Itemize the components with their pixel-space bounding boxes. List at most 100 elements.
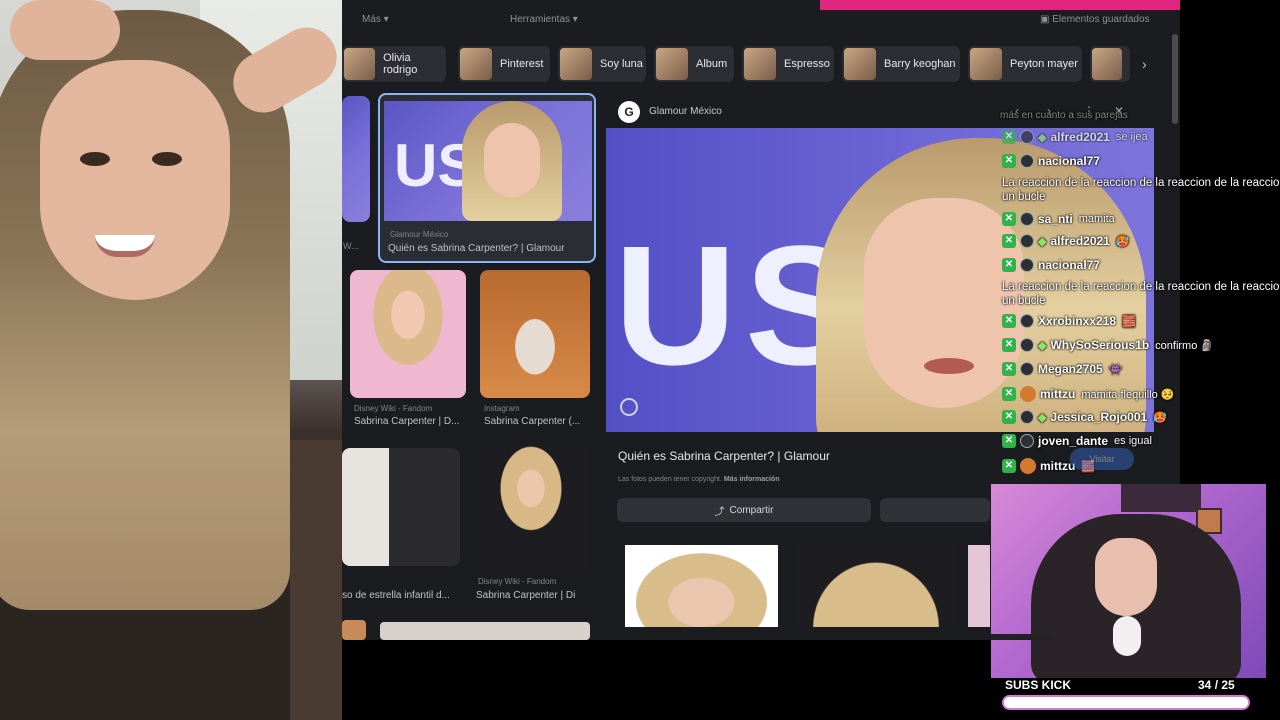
chat-username[interactable]: alfred2021 bbox=[1050, 130, 1109, 144]
chip-barry-keoghan[interactable]: Barry keoghan bbox=[842, 46, 960, 82]
image-result-r4b[interactable] bbox=[380, 622, 590, 640]
chat-text: La reaccion de la reaccion de la reaccio… bbox=[1002, 177, 1280, 203]
mod-badge-icon: ✕ bbox=[1002, 434, 1016, 448]
mod-badge-icon: ✕ bbox=[1002, 234, 1016, 248]
more-menu[interactable]: Más ▾ bbox=[362, 14, 389, 25]
chip-thumbnail bbox=[344, 48, 376, 80]
chat-username[interactable]: WhySoSerious1b bbox=[1050, 338, 1149, 352]
chat-username[interactable]: nacional77 bbox=[1038, 258, 1100, 272]
user-badge-icon bbox=[1020, 130, 1034, 144]
chat-text: 🧱 bbox=[1122, 315, 1136, 328]
chat-username[interactable]: Jessica_Rojo001 bbox=[1050, 410, 1147, 424]
chip-album[interactable]: Album bbox=[654, 46, 734, 82]
image-result-r2b[interactable] bbox=[480, 270, 590, 398]
chat-username[interactable]: sa_nti bbox=[1038, 212, 1073, 226]
source-logo-icon: G bbox=[618, 101, 640, 123]
subs-goal: / 25 bbox=[1214, 678, 1235, 692]
mod-badge-icon: ✕ bbox=[1002, 130, 1016, 144]
tools-menu[interactable]: Herramientas ▾ bbox=[510, 14, 578, 25]
chip-label: Pinterest bbox=[500, 58, 544, 70]
save-button[interactable] bbox=[880, 498, 990, 522]
image-result-selected[interactable]: US Glamour México Quién es Sabrina Carpe… bbox=[378, 93, 596, 263]
more-label: Más bbox=[362, 14, 381, 25]
chip-thumbnail bbox=[744, 48, 776, 80]
left-webcam bbox=[0, 0, 342, 720]
saved-items-link[interactable]: ▣ Elementos guardados bbox=[1040, 14, 1150, 25]
thumbnail-face bbox=[484, 123, 540, 197]
accent-bar bbox=[820, 0, 1180, 10]
chip-pinterest[interactable]: Pinterest bbox=[458, 46, 550, 82]
chevron-right-icon[interactable]: › bbox=[1142, 56, 1147, 72]
subject-lips bbox=[924, 358, 974, 374]
partial-caption: W... bbox=[343, 241, 359, 251]
saved-label: Elementos guardados bbox=[1052, 14, 1150, 25]
gem-badge-icon: ◆ bbox=[1038, 131, 1047, 144]
lens-icon[interactable] bbox=[620, 398, 638, 416]
chat-text: mamita bbox=[1078, 213, 1115, 225]
left-hand bbox=[10, 0, 120, 60]
avatar bbox=[1020, 458, 1036, 474]
search-tools-bar: Más ▾ Herramientas ▾ ▣ Elementos guardad… bbox=[342, 10, 1180, 32]
user-badge-icon bbox=[1020, 362, 1034, 376]
copyright-note: Las fotos pueden tener copyright. Más in… bbox=[618, 476, 779, 483]
visit-button[interactable]: Visitar bbox=[1070, 448, 1134, 470]
chat-text: mamita flequillo 🥺 bbox=[1081, 388, 1175, 401]
detail-title[interactable]: Quién es Sabrina Carpenter? | Glamour bbox=[618, 449, 830, 463]
chat-username[interactable]: nacional77 bbox=[1038, 154, 1100, 168]
chat-username[interactable]: mittzu bbox=[1040, 387, 1075, 401]
chat-message: ✕ ◆ Jessica_Rojo001 🥵 bbox=[1000, 410, 1167, 424]
more-info-link[interactable]: Más información bbox=[724, 476, 780, 483]
share-button[interactable]: ⤴ Compartir bbox=[617, 498, 871, 522]
subs-goal-count: 34 / 25 bbox=[1198, 678, 1235, 692]
user-badge-icon bbox=[1020, 338, 1034, 352]
chip-label: Barry keoghan bbox=[884, 58, 956, 70]
result-source: Disney Wiki - Fandom bbox=[478, 577, 557, 586]
related-image-3[interactable] bbox=[968, 545, 990, 627]
chip-thumbnail bbox=[460, 48, 492, 80]
chat-message: ✕ ◆ alfred2021 🥵 bbox=[1000, 234, 1130, 248]
user-badge-icon bbox=[1020, 410, 1034, 424]
chat-username[interactable]: Megan2705 bbox=[1038, 362, 1103, 376]
chip-label: Peyton mayer bbox=[1010, 58, 1078, 70]
user-badge-icon bbox=[1020, 234, 1034, 248]
mod-badge-icon: ✕ bbox=[1002, 314, 1016, 328]
chat-username[interactable]: Xxrobinxx218 bbox=[1038, 314, 1116, 328]
detail-source: Glamour México bbox=[649, 106, 722, 117]
subs-progress-fill bbox=[1004, 697, 1248, 708]
chip-thumbnail bbox=[1092, 48, 1122, 80]
chat-message: ✕ ◆ alfred2021 se ijea bbox=[1000, 130, 1148, 144]
image-result-r3a[interactable] bbox=[342, 448, 460, 566]
result-caption: Sabrina Carpenter | D... bbox=[354, 416, 460, 427]
copyright-text: Las fotos pueden tener copyright. bbox=[618, 476, 722, 483]
chat-text: La reaccion de la reaccion de la reaccio… bbox=[1002, 281, 1280, 307]
share-label: Compartir bbox=[729, 504, 774, 516]
user-badge-icon bbox=[1020, 314, 1034, 328]
related-image-2[interactable] bbox=[796, 545, 956, 627]
chat-text: 👾 bbox=[1108, 363, 1123, 376]
chat-username[interactable]: joven_dante bbox=[1038, 434, 1108, 448]
subs-current: 34 bbox=[1198, 678, 1212, 692]
streamer-face bbox=[1095, 538, 1157, 616]
image-result-partial[interactable] bbox=[342, 96, 370, 222]
related-image-1[interactable] bbox=[625, 545, 778, 627]
chat-message: ✕ joven_dante es igual bbox=[1000, 434, 1152, 448]
image-result-r4a[interactable] bbox=[342, 620, 366, 640]
mod-badge-icon: ✕ bbox=[1002, 410, 1016, 424]
result-thumbnail: US bbox=[384, 101, 592, 221]
chat-fragment: más en cuanto a sus parejas bbox=[1000, 110, 1128, 121]
chip-more[interactable] bbox=[1090, 46, 1130, 82]
result-caption: Quién es Sabrina Carpenter? | Glamour bbox=[388, 243, 565, 254]
chip-espresso[interactable]: Espresso bbox=[742, 46, 834, 82]
image-result-r3b[interactable] bbox=[472, 445, 590, 569]
chat-message: ✕ Megan2705 👾 bbox=[1000, 362, 1122, 376]
chip-peyton-mayer[interactable]: Peyton mayer bbox=[968, 46, 1082, 82]
image-result-r2a[interactable] bbox=[350, 270, 466, 398]
chip-olivia-rodrigo[interactable]: Olivia rodrigo bbox=[342, 46, 446, 82]
chip-soy-luna[interactable]: Soy luna bbox=[558, 46, 646, 82]
chat-text: se ijea bbox=[1115, 131, 1148, 143]
chip-label: Soy luna bbox=[600, 58, 643, 70]
microphone-icon bbox=[1113, 616, 1141, 656]
chat-text: confirmo 🗿 bbox=[1155, 339, 1215, 352]
chat-username[interactable]: alfred2021 bbox=[1050, 234, 1109, 248]
user-badge-icon bbox=[1020, 212, 1034, 226]
